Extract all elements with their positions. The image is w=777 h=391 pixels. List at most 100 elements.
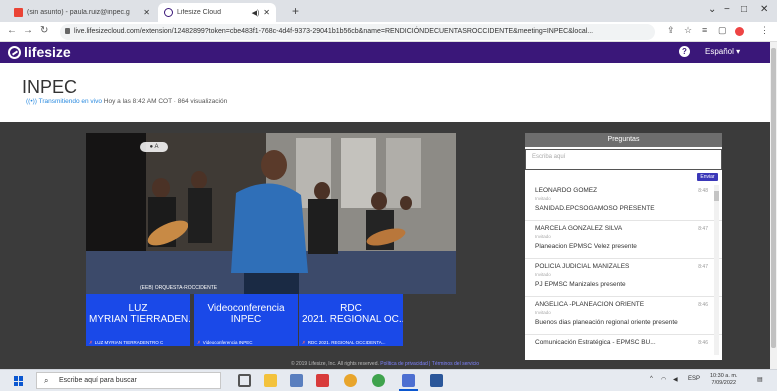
participant-name: LUZ <box>128 303 148 314</box>
video-caption: (EEB) ORQUESTA-ROCCIDENTE <box>140 285 218 291</box>
address-bar[interactable]: live.lifesizecloud.com/extension/1248289… <box>60 24 655 40</box>
close-window-button[interactable]: ✕ <box>760 4 768 15</box>
list-item: ANGELICA -PLANEACION ORIENTE Invitado Bu… <box>525 297 722 335</box>
participant-tile[interactable]: Videoconferencia INPEC <box>194 294 298 339</box>
active-app-icon[interactable] <box>399 374 418 391</box>
question-role: Invitado <box>535 234 551 239</box>
profile-avatar[interactable] <box>735 27 744 36</box>
questions-list: LEONARDO GOMEZ Invitado SANIDAD.EPCSOGAM… <box>525 183 722 360</box>
taskbar-clock[interactable]: 10:30 a. m. 7/09/2022 <box>710 373 738 387</box>
question-input[interactable]: Escriba aquí <box>525 149 722 170</box>
lifesize-logo[interactable]: lifesize <box>8 44 71 60</box>
video-player[interactable]: ● A (EEB) ORQUESTA-ROCCIDENTE <box>86 133 456 294</box>
reload-icon[interactable]: ↻ <box>40 25 48 36</box>
lifesize-header: lifesize ? Español ▾ <box>0 42 770 63</box>
logo-text: lifesize <box>24 44 71 60</box>
chevron-down-icon[interactable]: ⌄ <box>708 4 716 15</box>
question-time: 8:47 <box>698 264 708 270</box>
tab-close-icon[interactable]: ✕ <box>143 8 150 17</box>
live-status: ((•)) Transmitiendo en vivo <box>26 98 102 105</box>
scroll-thumb[interactable] <box>714 191 719 201</box>
volume-icon[interactable]: ◀ <box>673 376 678 383</box>
question-author: ANGELICA -PLANEACION ORIENTE <box>535 301 645 308</box>
footer-links[interactable]: Política de privacidad | Términos del se… <box>380 361 479 367</box>
list-item: Comunicación Estratégica - EPMSC BU... 8… <box>525 335 722 360</box>
lifesize-icon <box>164 8 173 17</box>
participant-caption: ✗ LUZ MYRIAN TIERRADENTRO C <box>86 339 190 346</box>
lifesize-logo-icon <box>8 45 21 59</box>
tab-lifesize[interactable]: Lifesize Cloud ◀) ✕ <box>158 3 276 22</box>
send-button[interactable]: Enviar <box>697 173 718 181</box>
question-author: MARCELA GONZALEZ SILVA <box>535 225 623 232</box>
question-time: 8:47 <box>698 226 708 232</box>
question-message: PJ EPMSC Manizales presente <box>535 281 626 288</box>
question-time: 8:46 <box>698 340 708 346</box>
question-message: Buenos dias planeación regional oriente … <box>535 319 678 326</box>
new-tab-button[interactable]: + <box>292 4 299 18</box>
browser-tab-strip: (sin asunto) - paula.ruiz@inpec.g ✕ Life… <box>0 0 777 22</box>
copyright-text: © 2019 Lifesize, Inc. All rights reserve… <box>290 361 379 367</box>
sidepanel-icon[interactable]: ▢ <box>718 25 727 36</box>
language-selector[interactable]: Español ▾ <box>705 47 740 56</box>
participant-name: RDC <box>340 303 362 314</box>
star-icon[interactable]: ☆ <box>684 25 692 36</box>
lock-icon <box>65 28 70 34</box>
back-icon[interactable]: ← <box>7 25 17 36</box>
speaker-icon: ◀) <box>251 9 260 17</box>
wifi-icon[interactable]: ◠ <box>661 376 666 383</box>
question-role: Invitado <box>535 196 551 201</box>
forward-icon[interactable]: → <box>23 25 33 36</box>
chrome-icon[interactable] <box>344 374 357 387</box>
tab-gmail[interactable]: (sin asunto) - paula.ruiz@inpec.g ✕ <box>8 3 156 22</box>
store-icon[interactable] <box>290 374 303 387</box>
tab-close-icon[interactable]: ✕ <box>263 8 270 17</box>
tab-title: (sin asunto) - paula.ruiz@inpec.g <box>27 9 130 16</box>
taskbar: ⌕ Escribe aquí para buscar ^ ◠ ◀ ESP 10:… <box>0 369 777 391</box>
mic-muted-icon: ✗ <box>197 340 201 345</box>
participant-caption-text: Videoconferencia INPEC <box>202 340 253 345</box>
participant-name: MYRIAN TIERRADEN... <box>89 314 190 325</box>
share-icon[interactable]: ⇪ <box>667 25 675 36</box>
list-item: POLICIA JUDICIAL MANIZALES Invitado PJ E… <box>525 259 722 297</box>
questions-panel: Preguntas Escriba aquí Enviar LEONARDO G… <box>525 133 722 360</box>
reading-list-icon[interactable]: ≡ <box>702 25 707 35</box>
page-title: INPEC <box>22 77 78 97</box>
photos-icon[interactable] <box>430 374 443 387</box>
chrome-alt-icon[interactable] <box>372 374 385 387</box>
participant-tile[interactable]: LUZ MYRIAN TIERRADEN... <box>86 294 190 339</box>
participant-caption-text: RDC 2021. REGIONAL OCCIDENTA... <box>307 340 386 345</box>
notification-icon[interactable]: ▤ <box>757 376 763 383</box>
menu-icon[interactable]: ⋮ <box>760 25 769 36</box>
minimize-button[interactable]: − <box>724 4 730 15</box>
clock-date: 7/09/2022 <box>711 380 736 386</box>
page-footer: © 2019 Lifesize, Inc. All rights reserve… <box>0 360 770 369</box>
participant-caption-text: LUZ MYRIAN TIERRADENTRO C <box>94 340 164 345</box>
scroll-thumb[interactable] <box>771 48 776 348</box>
gmail-icon <box>14 8 23 17</box>
list-item: LEONARDO GOMEZ Invitado SANIDAD.EPCSOGAM… <box>525 183 722 221</box>
file-explorer-icon[interactable] <box>264 374 277 387</box>
taskbar-search[interactable]: ⌕ Escribe aquí para buscar <box>36 372 221 389</box>
video-frame <box>86 133 456 294</box>
question-author: POLICIA JUDICIAL MANIZALES <box>535 263 630 270</box>
search-icon: ⌕ <box>44 376 49 385</box>
participant-tile[interactable]: RDC 2021. REGIONAL OC... <box>299 294 403 339</box>
question-time: 8:48 <box>698 188 708 194</box>
acrobat-icon[interactable] <box>316 374 329 387</box>
tray-language[interactable]: ESP <box>688 376 700 382</box>
participant-name: INPEC <box>230 314 262 325</box>
question-role: Invitado <box>535 310 551 315</box>
help-icon[interactable]: ? <box>679 46 690 57</box>
participant-name: 2021. REGIONAL OC... <box>302 314 403 325</box>
page-scrollbar[interactable] <box>770 42 777 369</box>
tab-title: Lifesize Cloud <box>177 9 221 16</box>
windows-start-icon[interactable] <box>14 376 24 386</box>
question-time: 8:46 <box>698 302 708 308</box>
question-role: Invitado <box>535 272 551 277</box>
task-view-icon[interactable] <box>238 374 251 387</box>
maximize-button[interactable]: □ <box>741 4 747 15</box>
questions-scrollbar[interactable] <box>714 185 719 355</box>
participant-caption: ✗ RDC 2021. REGIONAL OCCIDENTA... <box>299 339 403 346</box>
tray-chevron-icon[interactable]: ^ <box>650 376 653 382</box>
question-message: Planeacion EPMSC Velez presente <box>535 243 637 250</box>
